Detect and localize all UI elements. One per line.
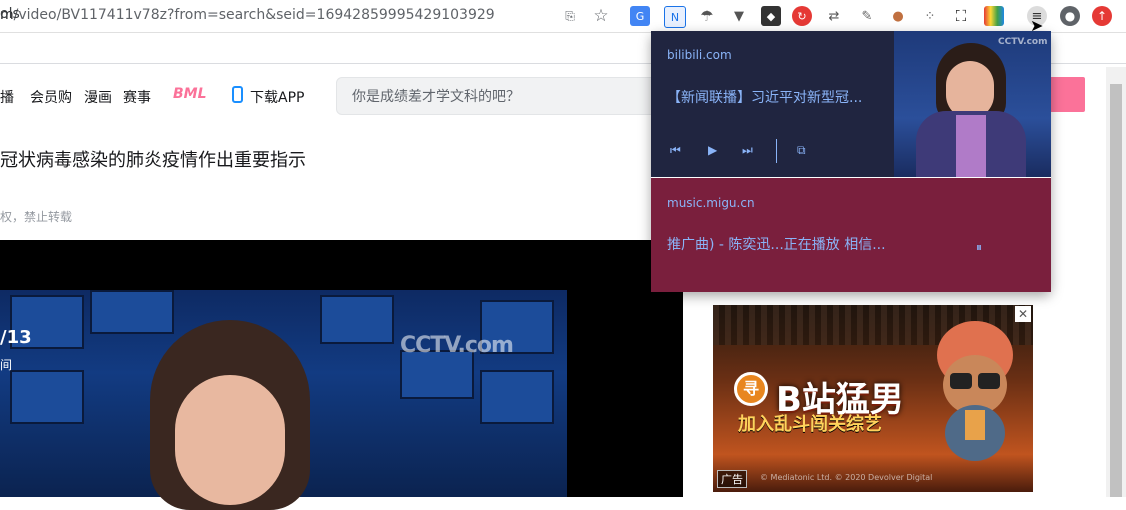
video-thumbnail: CCTV.com <box>894 31 1051 177</box>
thumb-watermark: CCTV.com <box>998 37 1048 47</box>
search-placeholder: 你是成绩差才学文科的吧？ <box>352 89 520 105</box>
channel-badge: /13 <box>0 327 32 348</box>
cctv-watermark: CCTV.com <box>400 333 514 358</box>
pause-button[interactable]: ⏸ <box>976 240 982 255</box>
color-palette-icon[interactable] <box>984 6 1004 26</box>
n-extension-icon[interactable]: N <box>664 6 686 28</box>
next-track-button[interactable]: ⏭ <box>742 143 753 158</box>
dots-icon[interactable]: ⁘ <box>920 6 940 26</box>
copyright-notice: 权，禁止转载 <box>0 210 73 224</box>
cube-icon[interactable]: ◆ <box>761 6 781 26</box>
translate-ext-icon[interactable]: ⇄ <box>824 6 844 26</box>
vue-icon[interactable]: ▼ <box>729 6 749 26</box>
nav-item-manga[interactable]: 漫画 <box>84 87 112 107</box>
translate-icon[interactable]: ⎘ <box>560 6 580 26</box>
controls-divider <box>776 139 777 163</box>
thumb-anchor-blouse <box>956 115 986 177</box>
star-icon[interactable]: ☆ <box>591 6 611 26</box>
nav-item-live[interactable]: 播 <box>0 87 14 107</box>
ad-label: 广告 <box>717 470 747 488</box>
media-source-migu: music.migu.cn <box>667 196 755 210</box>
parachute-icon[interactable]: ☂ <box>697 6 717 26</box>
profile-avatar-icon[interactable]: ● <box>1060 6 1080 26</box>
background-monitor <box>480 370 554 424</box>
nav-item-events[interactable]: 赛事 <box>123 87 151 107</box>
ad-subtitle: 加入乱斗闯关综艺 <box>738 414 882 435</box>
ad-small-print: © Mediatonic Ltd. © 2020 Devolver Digita… <box>760 473 933 482</box>
background-monitor <box>10 370 84 424</box>
nav-item-vip-shop[interactable]: 会员购 <box>30 87 72 107</box>
screenshot-icon[interactable]: ⛶ <box>951 6 971 26</box>
url-field[interactable]: m/video/BV117411v78z?from=search&seid=16… <box>0 7 495 23</box>
video-title: 冠状病毒感染的肺炎疫情作出重要指示 <box>0 150 306 171</box>
update-icon[interactable]: ↑ <box>1092 6 1112 26</box>
ad-close-button[interactable]: ✕ <box>1015 306 1031 322</box>
media-track-bilibili[interactable]: 【新闻联播】习近平对新型冠... <box>667 87 862 107</box>
channel-badge-sub: 间 <box>0 358 13 372</box>
eraser-icon[interactable]: ✎ <box>857 6 877 26</box>
fox-icon[interactable]: ● <box>888 6 908 26</box>
background-monitor <box>90 290 174 334</box>
play-button[interactable]: ▶ <box>708 143 717 157</box>
ad-logo-icon: 寻 <box>734 372 768 406</box>
google-translate-icon[interactable]: G <box>630 6 650 26</box>
background-monitor <box>320 295 394 344</box>
bml-logo[interactable]: BML <box>173 86 207 102</box>
download-app-link[interactable]: 下载APP <box>250 87 304 107</box>
bookmark-item[interactable]: ols <box>0 6 20 22</box>
sync-icon[interactable]: ↻ <box>792 6 812 26</box>
scrollbar-thumb[interactable] <box>1110 84 1122 497</box>
phone-icon <box>232 86 243 103</box>
media-track-migu[interactable]: 推广曲) - 陈奕迅...正在播放 相信... <box>667 234 886 254</box>
media-source-bilibili: bilibili.com <box>667 48 732 62</box>
ad-mascot-image <box>937 321 1013 461</box>
picture-in-picture-button[interactable]: ⧉ <box>797 143 806 158</box>
previous-track-button[interactable]: ⏮ <box>670 143 681 158</box>
url-path: /video/BV117411v78z?from=search&seid=169… <box>13 7 495 23</box>
news-anchor-face <box>175 375 285 505</box>
